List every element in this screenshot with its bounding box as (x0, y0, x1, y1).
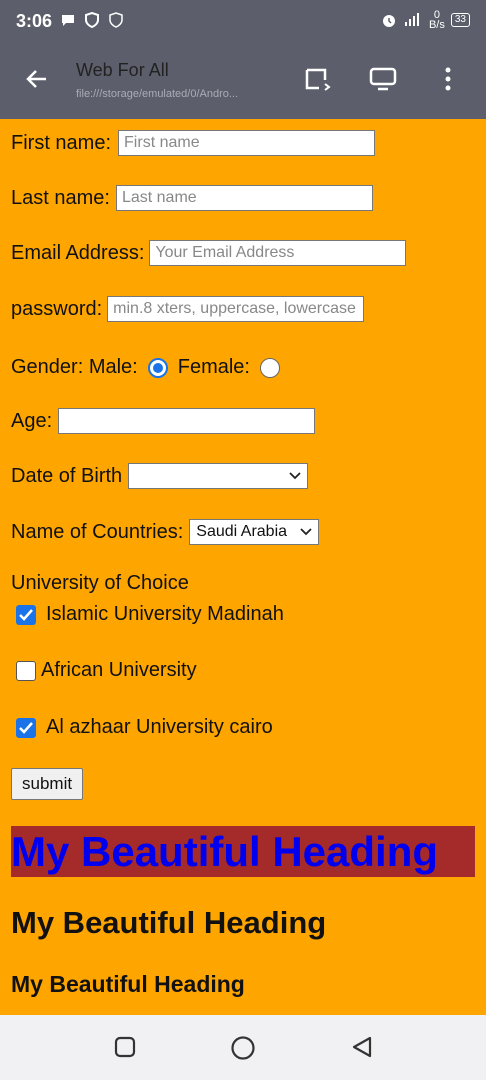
university-option: Islamic University Madinah (16, 603, 284, 626)
age-row: Age: (11, 408, 316, 434)
password-label: password: (11, 297, 103, 320)
last-name-input[interactable]: Last name (115, 185, 373, 211)
network-rate-unit: B/s (428, 19, 445, 31)
email-input[interactable]: Your Email Address (149, 240, 407, 266)
countries-row: Name of Countries: Saudi Arabia (11, 519, 320, 545)
university-option: African University (16, 659, 197, 682)
dob-select[interactable] (128, 463, 309, 489)
chevron-down-icon (300, 528, 312, 536)
password-input[interactable]: min.8 xters, uppercase, lowercase (107, 296, 365, 322)
female-label: Female: (177, 356, 250, 378)
email-placeholder: Your Email Address (155, 244, 295, 261)
app-title: Web For All (76, 60, 169, 80)
age-input[interactable] (58, 408, 316, 434)
alarm-icon (382, 15, 395, 27)
age-label: Age: (11, 409, 53, 432)
recent-apps-icon[interactable] (113, 1035, 137, 1059)
university-label: Al azhaar University cairo (46, 716, 273, 738)
dob-label: Date of Birth (11, 464, 123, 487)
university-label: Islamic University Madinah (46, 603, 284, 625)
chevron-down-icon (289, 472, 301, 480)
university-option: Al azhaar University cairo (16, 716, 273, 739)
countries-selected: Saudi Arabia (196, 523, 288, 540)
page-url: file:///storage/emulated/0/Andro... (76, 88, 239, 100)
heading-level-1: My Beautiful Heading (11, 826, 475, 877)
last-name-placeholder: Last name (121, 189, 197, 206)
signal-icon (404, 13, 419, 26)
page-content: First name: First name Last name: Last n… (0, 119, 486, 1015)
african-university-checkbox[interactable] (16, 660, 36, 681)
message-icon (62, 15, 74, 26)
status-time: 3:06 (16, 11, 53, 31)
checkmark-icon (19, 608, 33, 621)
password-placeholder: min.8 xters, uppercase, lowercase (113, 300, 356, 317)
navigation-bar (0, 1015, 486, 1080)
status-bar: 3:06 0 B/s 33 (0, 0, 486, 42)
first-name-label: First name: (11, 131, 112, 154)
university-label: African University (41, 659, 197, 681)
more-options-icon[interactable] (438, 66, 458, 92)
app-notification-icon (109, 12, 123, 28)
islamic-university-checkbox[interactable] (16, 604, 36, 625)
desktop-mode-icon[interactable] (368, 66, 398, 92)
email-row: Email Address: Your Email Address (11, 240, 407, 266)
female-radio[interactable] (259, 357, 280, 378)
app-bar: Web For All file:///storage/emulated/0/A… (0, 42, 486, 119)
shield-icon (85, 12, 99, 28)
dob-row: Date of Birth (11, 463, 309, 489)
last-name-label: Last name: (11, 186, 110, 209)
al-azhaar-university-checkbox[interactable] (16, 717, 36, 738)
heading-level-3: My Beautiful Heading (11, 971, 245, 997)
countries-select[interactable]: Saudi Arabia (189, 519, 320, 545)
submit-button[interactable]: submit (11, 768, 84, 800)
first-name-placeholder: First name (124, 134, 200, 151)
first-name-row: First name: First name (11, 130, 376, 156)
male-radio[interactable] (147, 357, 168, 378)
first-name-input[interactable]: First name (118, 130, 376, 156)
gender-row: Gender: Male: Female: (11, 356, 290, 379)
heading-level-2: My Beautiful Heading (11, 905, 327, 940)
email-label: Email Address: (11, 241, 145, 264)
password-row: password: min.8 xters, uppercase, lowerc… (11, 296, 365, 322)
last-name-row: Last name: Last name (11, 185, 373, 211)
checkmark-icon (19, 721, 33, 734)
cast-icon[interactable] (303, 66, 333, 92)
back-icon[interactable] (350, 1035, 374, 1059)
gender-male-label: Gender: Male: (11, 356, 138, 378)
countries-label: Name of Countries: (11, 520, 184, 543)
battery-icon: 33 (450, 13, 470, 27)
university-heading: University of Choice (11, 572, 189, 594)
back-arrow-icon[interactable] (24, 66, 50, 92)
home-icon[interactable] (230, 1035, 256, 1061)
